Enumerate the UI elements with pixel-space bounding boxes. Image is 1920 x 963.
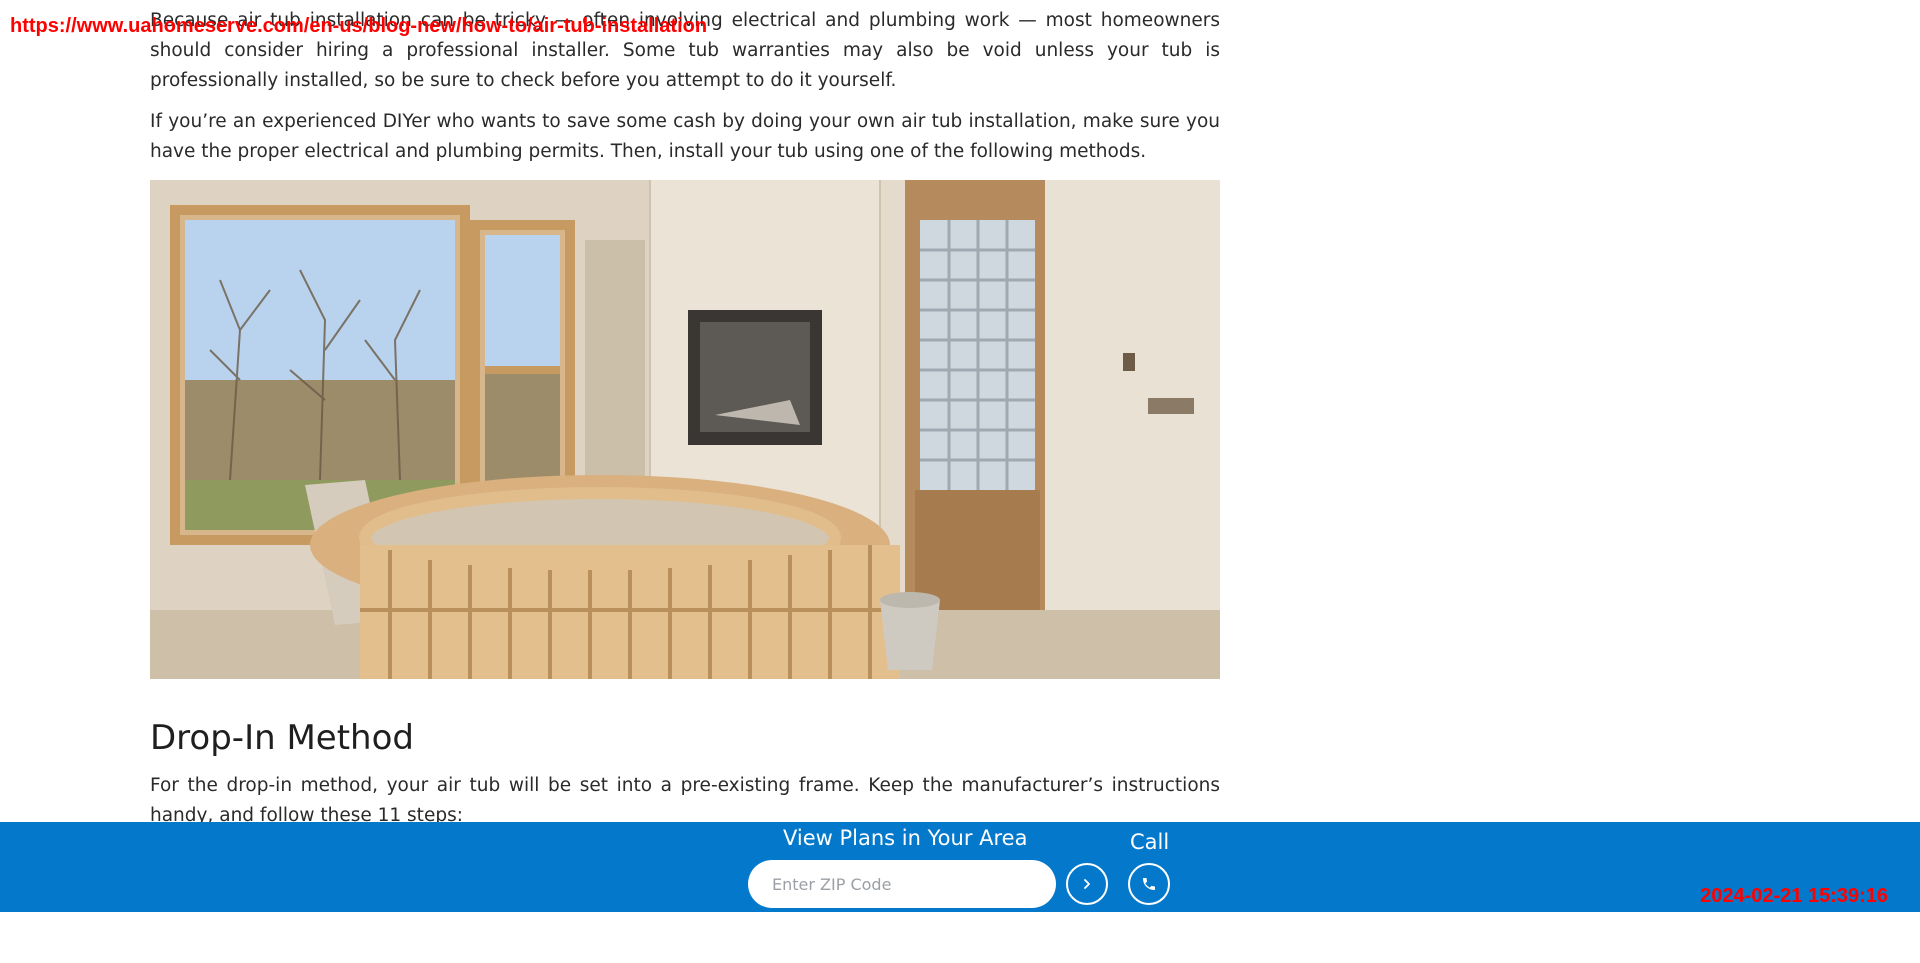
diy-paragraph: If you’re an experienced DIYer who wants… (150, 111, 1220, 162)
call-label: Call (1130, 830, 1170, 854)
sticky-plans-bar: View Plans in Your Area Call (0, 822, 1920, 912)
section-heading-drop-in: Drop-In Method (150, 718, 414, 758)
url-overlay: https://www.uahomeserve.com/en-us/blog-n… (10, 15, 708, 37)
bathroom-construction-illustration (150, 180, 1220, 679)
phone-icon (1143, 878, 1155, 890)
page: Because air tub installation can be tric… (0, 0, 1920, 963)
chevron-right-icon (1084, 879, 1090, 889)
zip-code-input[interactable] (748, 860, 1056, 908)
call-button[interactable] (1128, 863, 1170, 905)
plans-title: View Plans in Your Area (783, 826, 1028, 850)
submit-zip-button[interactable] (1066, 863, 1108, 905)
timestamp-overlay: 2024-02-21 15:39:16 (1700, 885, 1888, 907)
bathroom-construction-image (150, 180, 1220, 679)
